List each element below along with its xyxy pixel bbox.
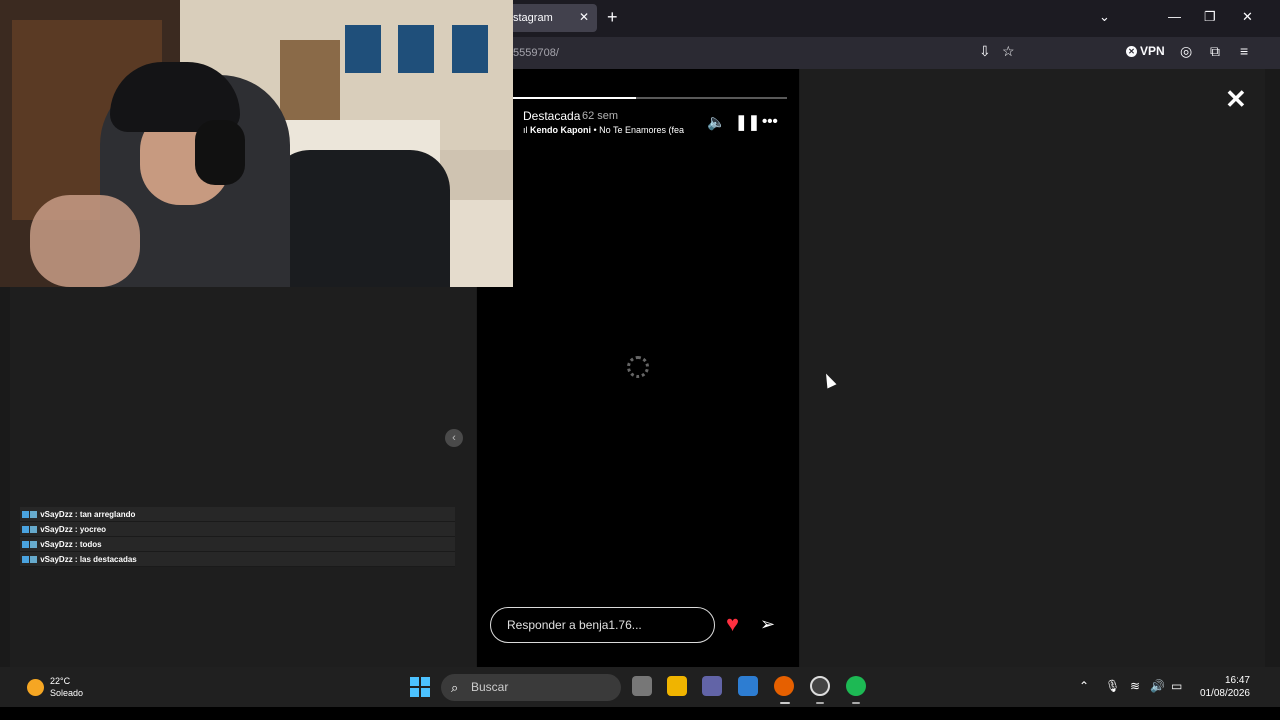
firefox-active-indicator bbox=[780, 702, 790, 704]
chat-text: todos bbox=[79, 540, 102, 549]
taskbar-search[interactable]: ⌕ Buscar bbox=[441, 674, 621, 701]
chat-badge-icon bbox=[22, 511, 29, 519]
webcam-poster bbox=[398, 25, 434, 73]
chat-text: yocreo bbox=[79, 525, 107, 534]
list-all-tabs-icon[interactable]: ⌄ bbox=[1099, 9, 1110, 25]
story-age: 62 sem bbox=[582, 110, 619, 122]
chat-separator: : bbox=[72, 510, 80, 519]
chat-separator: : bbox=[72, 540, 80, 549]
store-icon[interactable] bbox=[738, 676, 758, 696]
vpn-icon: ✕ bbox=[1126, 45, 1137, 57]
account-icon[interactable]: ◎ bbox=[1180, 43, 1192, 60]
chat-overlay: vSayDzz : tan arreglando vSayDzz : yocre… bbox=[20, 507, 455, 567]
chat-user: vSayDzz bbox=[40, 510, 73, 519]
firefox-icon[interactable] bbox=[774, 676, 794, 696]
show-hidden-icons-icon[interactable]: ⌃ bbox=[1079, 679, 1089, 693]
chat-user: vSayDzz bbox=[40, 555, 73, 564]
bookmark-star-icon[interactable]: ☆ bbox=[1002, 43, 1015, 60]
music-artist: Kendo Kaponi bbox=[530, 125, 592, 135]
loading-spinner-icon bbox=[627, 356, 649, 378]
vpn-label: VPN bbox=[1140, 44, 1165, 58]
previous-story-button[interactable]: ‹ bbox=[445, 429, 463, 447]
chat-badge-icon bbox=[30, 556, 37, 564]
pause-icon[interactable]: ❚❚ bbox=[735, 113, 760, 131]
webcam-hand bbox=[30, 195, 140, 287]
webcam-door bbox=[280, 40, 340, 120]
chat-text: tan arreglando bbox=[79, 510, 136, 519]
chat-separator: : bbox=[72, 555, 80, 564]
backdrop-right bbox=[800, 69, 1265, 667]
spotify-running-indicator bbox=[852, 702, 860, 704]
save-page-icon[interactable]: ⇩ bbox=[979, 43, 991, 60]
url-text[interactable]: 5559708/ bbox=[513, 47, 559, 59]
chat-separator: : bbox=[72, 525, 80, 534]
sun-icon bbox=[27, 678, 44, 696]
wifi-icon[interactable]: ≋ bbox=[1130, 679, 1140, 693]
webcam-headphones bbox=[195, 120, 245, 185]
weather-temperature: 22°C bbox=[50, 676, 71, 686]
battery-icon[interactable]: ▭ bbox=[1171, 679, 1182, 693]
tab-title: stagram bbox=[513, 12, 553, 24]
chat-badge-icon bbox=[22, 541, 29, 549]
chat-badge-icon bbox=[30, 541, 37, 549]
more-options-icon[interactable]: ••• bbox=[762, 113, 778, 130]
story-viewer[interactable]: Destacada 62 sem ıl Kendo Kaponi • No Te… bbox=[477, 69, 799, 667]
taskbar: 22°C Soleado ⌕ Buscar ⌃ 🎙 ≋ 🔊 ▭ 16:47 01… bbox=[0, 667, 1280, 707]
chat-message: vSayDzz : todos bbox=[20, 537, 455, 552]
music-bars-icon: ıl bbox=[523, 125, 531, 135]
search-label: Buscar bbox=[471, 680, 509, 694]
close-story-icon[interactable]: ✕ bbox=[1225, 86, 1247, 112]
chat-message: vSayDzz : las destacadas bbox=[20, 552, 455, 567]
spotify-icon[interactable] bbox=[846, 676, 866, 696]
story-progress-bar bbox=[513, 97, 787, 99]
story-music[interactable]: ıl Kendo Kaponi • No Te Enamores (fea bbox=[523, 125, 695, 135]
obs-icon[interactable] bbox=[810, 676, 830, 696]
vpn-button[interactable]: ✕ VPN bbox=[1126, 44, 1165, 58]
like-heart-icon[interactable]: ♥ bbox=[726, 612, 739, 636]
task-view-icon[interactable] bbox=[632, 676, 652, 696]
tab-close-icon[interactable]: ✕ bbox=[579, 10, 589, 24]
browser-tab[interactable]: stagram ✕ bbox=[505, 4, 597, 32]
chat-user: vSayDzz bbox=[40, 525, 73, 534]
reply-input[interactable]: Responder a benja1.76... bbox=[490, 607, 715, 643]
chat-text: las destacadas bbox=[79, 555, 137, 564]
search-icon: ⌕ bbox=[451, 680, 459, 695]
windows-start-icon[interactable] bbox=[410, 677, 430, 697]
bottom-strip bbox=[0, 707, 1280, 720]
story-title[interactable]: Destacada bbox=[523, 109, 580, 123]
obs-running-indicator bbox=[816, 702, 824, 704]
chat-user: vSayDzz bbox=[40, 540, 73, 549]
new-tab-button[interactable]: + bbox=[607, 8, 618, 26]
file-explorer-icon[interactable] bbox=[667, 676, 687, 696]
minimize-icon[interactable]: — bbox=[1168, 9, 1181, 24]
chat-message: vSayDzz : tan arreglando bbox=[20, 507, 455, 522]
story-progress-fill bbox=[513, 97, 637, 99]
volume-icon[interactable]: 🔈 bbox=[707, 113, 726, 131]
webcam-poster bbox=[452, 25, 488, 73]
send-icon[interactable]: ➢ bbox=[760, 613, 775, 635]
weather-condition: Soleado bbox=[50, 688, 84, 698]
microphone-icon[interactable]: 🎙 bbox=[1105, 679, 1120, 693]
speaker-icon[interactable]: 🔊 bbox=[1150, 679, 1165, 693]
webcam-chair bbox=[270, 150, 450, 287]
chat-badge-icon bbox=[30, 511, 37, 519]
webcam-couch bbox=[440, 200, 513, 287]
clock-time: 16:47 bbox=[1224, 675, 1250, 686]
chat-badge-icon bbox=[22, 556, 29, 564]
clock-date: 01/08/2026 bbox=[1199, 688, 1250, 699]
menu-icon[interactable]: ≡ bbox=[1240, 43, 1248, 59]
webcam-poster bbox=[345, 25, 381, 73]
chat-message: vSayDzz : yocreo bbox=[20, 522, 455, 537]
webcam-overlay bbox=[0, 0, 513, 287]
extensions-icon[interactable]: ⧉ bbox=[1210, 43, 1220, 60]
system-clock[interactable]: 16:47 01/08/2026 bbox=[1196, 674, 1250, 700]
chat-badge-icon bbox=[30, 526, 37, 534]
music-track: • No Te Enamores (fea bbox=[591, 125, 685, 135]
restore-icon[interactable]: ❐ bbox=[1204, 9, 1216, 25]
teams-icon[interactable] bbox=[702, 676, 722, 696]
weather-widget[interactable]: 22°C Soleado bbox=[27, 675, 83, 699]
close-window-icon[interactable]: ✕ bbox=[1242, 9, 1253, 25]
chat-badge-icon bbox=[22, 526, 29, 534]
